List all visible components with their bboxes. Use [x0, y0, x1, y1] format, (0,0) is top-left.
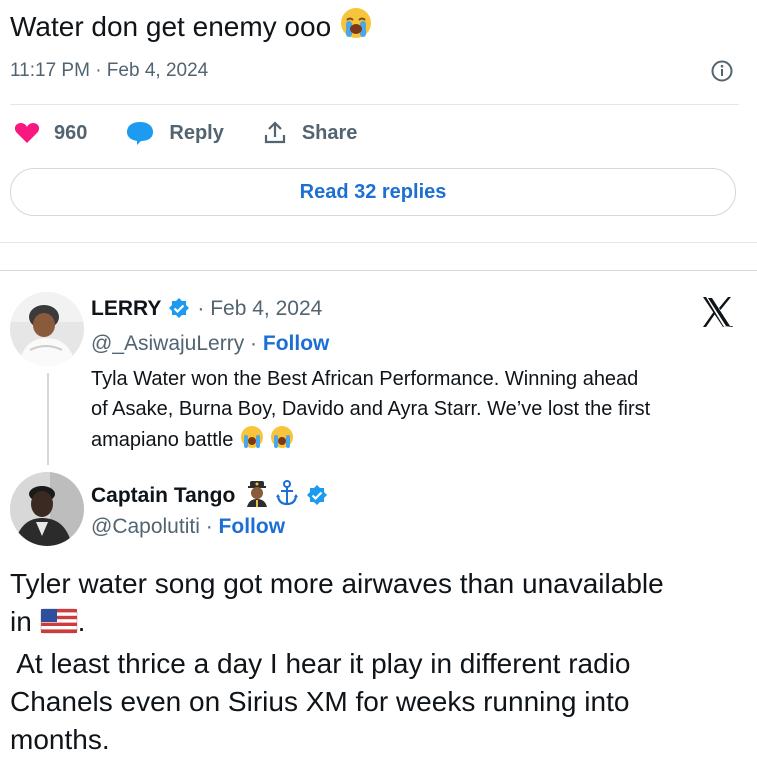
tweet-actions: 960 Reply Share — [14, 120, 395, 146]
divider — [10, 104, 739, 105]
lerry-handle-row: @_AsiwajuLerry · Follow — [91, 332, 329, 356]
like-button[interactable]: 960 — [14, 121, 87, 145]
follow-button[interactable]: Follow — [263, 332, 330, 355]
tweet-timestamp[interactable]: 11:17 PM · Feb 4, 2024 — [10, 60, 208, 82]
reply-text-line: At least thrice a day I hear it play in … — [10, 648, 631, 679]
quoted-text-line-3: amapiano battle — [91, 429, 234, 451]
captain-handle[interactable]: @Capolutiti · — [91, 515, 213, 538]
captain-emoji — [245, 479, 269, 512]
share-button[interactable]: Share — [262, 120, 358, 146]
lerry-handle[interactable]: @_AsiwajuLerry · — [91, 332, 257, 355]
follow-button[interactable]: Follow — [219, 515, 286, 538]
verified-badge-icon — [307, 484, 328, 505]
lerry-name[interactable]: LERRY — [91, 297, 161, 321]
reply-tweet-text: Tyler water song got more airwaves than … — [10, 565, 750, 759]
reply-text-line: Chanels even on Sirius XM for weeks runn… — [10, 686, 630, 717]
info-icon[interactable] — [711, 60, 733, 82]
quoted-text-line: of Asake, Burna Boy, Davido and Ayra Sta… — [91, 398, 651, 420]
anchor-icon — [275, 479, 299, 512]
us-flag-emoji — [40, 607, 78, 645]
reply-text-line: Tyler water song got more airwaves than … — [10, 568, 664, 599]
like-count: 960 — [54, 121, 88, 144]
quoted-text-line: Tyla Water won the Best African Performa… — [91, 368, 639, 390]
crying-emoji — [339, 6, 373, 47]
captain-name-row: Captain Tango — [91, 479, 329, 512]
crying-emoji — [239, 424, 297, 459]
thread-line — [47, 373, 49, 465]
reply-button[interactable]: Reply — [125, 120, 224, 146]
reply-label: Reply — [169, 121, 224, 144]
reply-text-line-2-pre: in — [10, 606, 32, 637]
tweet-text-content: Water don get enemy ooo — [10, 11, 332, 42]
avatar-lerry[interactable] — [10, 292, 84, 366]
share-label: Share — [301, 121, 358, 144]
captain-handle-row: @Capolutiti · Follow — [91, 515, 285, 539]
reply-bubble-icon — [127, 122, 154, 145]
verified-badge-icon — [169, 298, 190, 318]
tweet-text: Water don get enemy ooo — [10, 6, 373, 47]
captain-name[interactable]: Captain Tango — [91, 484, 235, 508]
reply-text-line: in . — [10, 603, 750, 645]
lerry-name-row: LERRY · Feb 4, 2024 — [91, 297, 322, 321]
reply-text-line-2-post: . — [77, 606, 86, 637]
read-replies-button[interactable]: Read 32 replies — [10, 168, 736, 216]
x-logo-icon[interactable] — [701, 296, 735, 328]
card-divider — [0, 270, 757, 271]
reply-text-line: months. — [10, 724, 110, 755]
quoted-text-line: amapiano battle — [91, 424, 741, 459]
lerry-date[interactable]: · Feb 4, 2024 — [197, 297, 322, 321]
quoted-tweet-text: Tyla Water won the Best African Performa… — [91, 364, 741, 459]
heart-icon — [14, 123, 40, 143]
avatar-captain-tango[interactable] — [10, 472, 84, 546]
share-icon — [264, 121, 285, 144]
divider — [0, 242, 757, 243]
